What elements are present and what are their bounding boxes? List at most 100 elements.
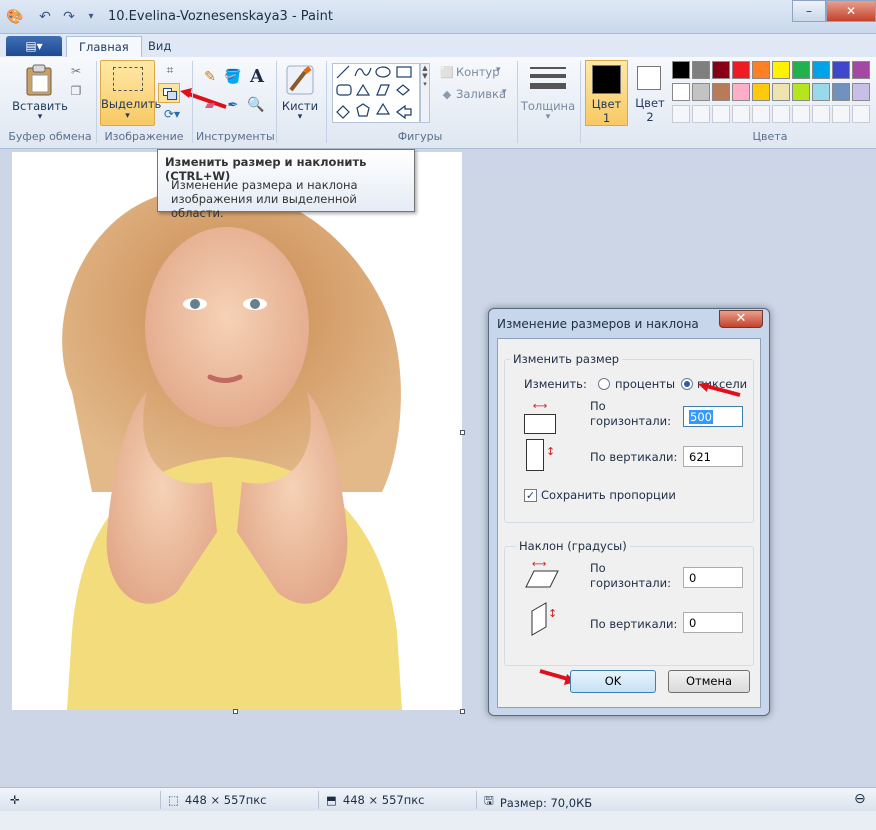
outline-button[interactable]: Контур	[456, 65, 500, 79]
paste-icon[interactable]	[22, 63, 56, 97]
palette-color-swatch[interactable]	[692, 61, 710, 79]
resize-vertical-label: По вертикали:	[590, 450, 678, 464]
ok-button[interactable]: OK	[570, 670, 656, 693]
dialog-close-button[interactable]: ✕	[719, 310, 763, 328]
vertical-resize-icon	[526, 439, 544, 471]
palette-color-swatch[interactable]	[712, 83, 730, 101]
image-canvas[interactable]	[12, 152, 462, 710]
resize-skew-button[interactable]	[158, 83, 180, 103]
crop-icon[interactable]: ⌗	[162, 62, 178, 78]
palette-color-swatch[interactable]	[792, 61, 810, 79]
pencil-icon[interactable]: ✎	[200, 67, 220, 87]
size-dropdown-icon[interactable]: ▾	[520, 112, 576, 122]
tab-home[interactable]: Главная	[66, 36, 142, 58]
palette-color-swatch[interactable]	[692, 83, 710, 101]
palette-color-swatch[interactable]	[772, 61, 790, 79]
palette-color-swatch[interactable]	[672, 61, 690, 79]
palette-custom-swatch[interactable]	[712, 105, 730, 123]
outline-dropdown-icon[interactable]: ▾	[496, 65, 501, 75]
quick-access-dropdown-icon[interactable]: ▾	[82, 8, 100, 26]
palette-color-swatch[interactable]	[852, 83, 870, 101]
title-bar: 🎨 ↶ ↷ ▾ 10.Evelina-Voznesenskaya3 - Pain…	[0, 0, 876, 34]
resize-handle-bottom[interactable]	[233, 709, 238, 714]
palette-custom-swatch[interactable]	[812, 105, 830, 123]
resize-vertical-input[interactable]: 621	[683, 446, 743, 467]
pixels-radio[interactable]	[681, 378, 693, 390]
eraser-icon[interactable]: ▰	[200, 95, 220, 115]
paint-menu-button[interactable]: ▤▾	[6, 36, 62, 56]
text-tool-icon[interactable]: A	[246, 65, 268, 87]
palette-color-swatch[interactable]	[812, 83, 830, 101]
color1-number: 1	[602, 111, 611, 125]
paint-app-icon[interactable]: 🎨	[6, 8, 24, 26]
dialog-title: Изменение размеров и наклона	[497, 317, 699, 331]
palette-color-swatch[interactable]	[792, 83, 810, 101]
minimize-button[interactable]: –	[792, 0, 826, 22]
resize-handle-corner[interactable]	[460, 709, 465, 714]
color2-swatch	[637, 66, 661, 90]
palette-color-swatch[interactable]	[732, 61, 750, 79]
fill-dropdown-icon[interactable]: ▾	[502, 87, 507, 97]
cut-icon[interactable]: ✂	[68, 63, 84, 79]
palette-custom-swatch[interactable]	[832, 105, 850, 123]
skew-horizontal-label: По горизонтали:	[590, 561, 671, 590]
palette-color-swatch[interactable]	[852, 61, 870, 79]
palette-color-swatch[interactable]	[752, 61, 770, 79]
palette-custom-swatch[interactable]	[672, 105, 690, 123]
brushes-dropdown-icon[interactable]: ▾	[280, 112, 320, 122]
color-picker-icon[interactable]: ✒	[223, 95, 243, 115]
skew-vertical-arrow-icon: ↕	[548, 607, 558, 620]
skew-vertical-input[interactable]: 0	[683, 612, 743, 633]
resize-horizontal-input[interactable]: 500	[683, 406, 743, 427]
palette-custom-swatch[interactable]	[852, 105, 870, 123]
disk-icon: 🖫	[484, 793, 494, 807]
palette-custom-swatch[interactable]	[732, 105, 750, 123]
resize-handle-right[interactable]	[460, 430, 465, 435]
skew-horizontal-input[interactable]: 0	[683, 567, 743, 588]
brush-icon[interactable]	[284, 63, 316, 97]
color2-button[interactable]: Цвет 2	[632, 60, 668, 126]
redo-icon[interactable]: ↷	[60, 8, 78, 26]
magnifier-icon[interactable]: 🔍	[246, 95, 266, 115]
palette-color-swatch[interactable]	[832, 61, 850, 79]
palette-color-swatch[interactable]	[712, 61, 730, 79]
paste-dropdown-icon[interactable]: ▾	[12, 112, 68, 122]
palette-color-swatch[interactable]	[732, 83, 750, 101]
keep-ratio-checkbox[interactable]: ✓	[524, 489, 537, 502]
palette-custom-swatch[interactable]	[752, 105, 770, 123]
dialog-body: Изменить размер Изменить: проценты пиксе…	[497, 338, 761, 708]
palette-custom-swatch[interactable]	[692, 105, 710, 123]
paste-button[interactable]: Вставить	[12, 99, 68, 113]
cancel-button[interactable]: Отмена	[668, 670, 750, 693]
percent-radio[interactable]	[598, 378, 610, 390]
palette-color-swatch[interactable]	[752, 83, 770, 101]
resize-horizontal-label: По горизонтали:	[590, 399, 671, 428]
horizontal-resize-icon	[524, 414, 556, 434]
brushes-button[interactable]: Кисти	[280, 99, 320, 113]
tab-view[interactable]: Вид	[136, 36, 183, 58]
color1-button[interactable]: Цвет 1	[585, 60, 628, 126]
shapes-scroll-icon[interactable]: ▲ ▼ ▾	[420, 63, 430, 123]
shapes-gallery[interactable]	[332, 63, 420, 123]
color2-label: Цвет	[635, 96, 665, 110]
close-window-button[interactable]: ✕	[826, 0, 876, 22]
palette-custom-swatch[interactable]	[792, 105, 810, 123]
copy-icon[interactable]: ❐	[68, 83, 84, 99]
size-lines-icon[interactable]	[530, 65, 566, 93]
keep-ratio-label: Сохранить пропорции	[541, 488, 676, 502]
palette-color-swatch[interactable]	[832, 83, 850, 101]
palette-custom-swatch[interactable]	[772, 105, 790, 123]
window-title: 10.Evelina-Voznesenskaya3 - Paint	[108, 9, 333, 24]
cursor-position-icon: ✛	[10, 793, 20, 807]
palette-color-swatch[interactable]	[672, 83, 690, 101]
palette-color-swatch[interactable]	[772, 83, 790, 101]
image-size: 448 × 557пкс	[342, 793, 425, 807]
image-group-label: Изображение	[104, 130, 184, 143]
fill-button[interactable]: Заливка	[456, 87, 506, 101]
palette-color-swatch[interactable]	[812, 61, 830, 79]
select-button[interactable]: Выделить ▾	[100, 60, 161, 126]
undo-icon[interactable]: ↶	[36, 8, 54, 26]
fill-bucket-icon[interactable]: 🪣	[223, 67, 243, 87]
size-button[interactable]: Толщина	[520, 99, 576, 113]
zoom-out-icon[interactable]: ⊖	[854, 791, 866, 807]
